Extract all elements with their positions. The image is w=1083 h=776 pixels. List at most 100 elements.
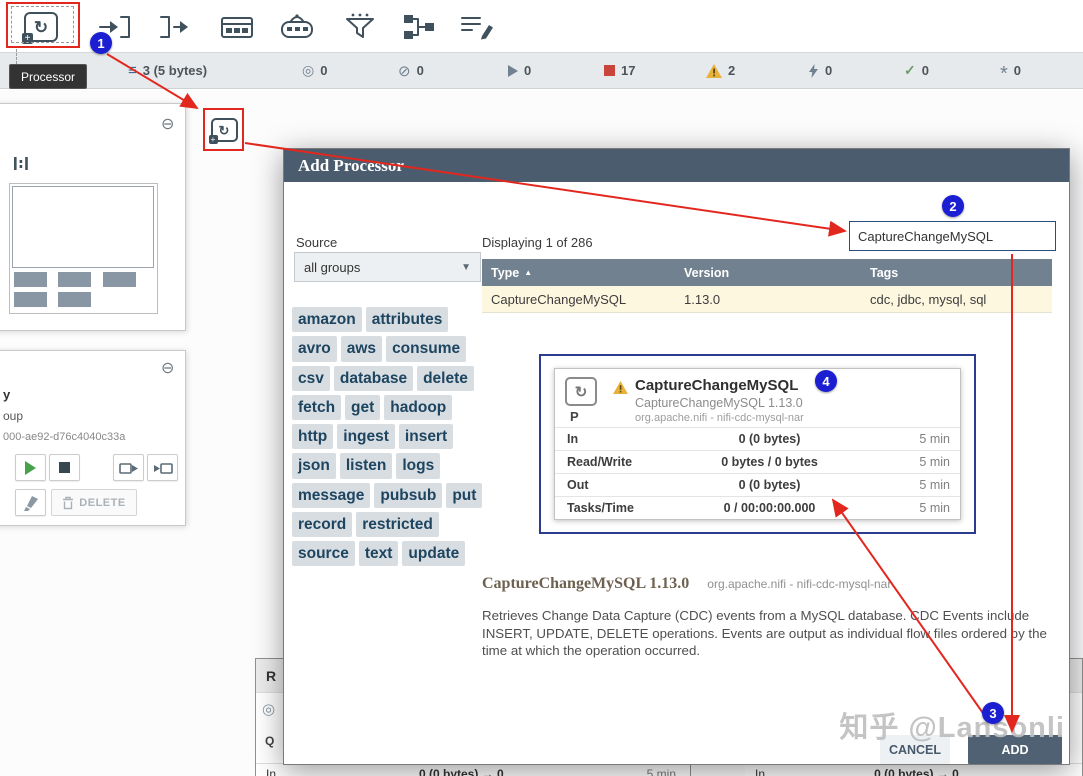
group-arrow-icon xyxy=(119,460,139,476)
flow-thumbnail-block xyxy=(58,272,91,287)
tag-item[interactable]: source xyxy=(292,541,355,566)
tag-item[interactable]: csv xyxy=(292,366,330,391)
toolbar-template-button[interactable] xyxy=(392,7,446,47)
fill-color-button[interactable] xyxy=(15,489,46,516)
preview-processor-type: CaptureChangeMySQL 1.13.0 xyxy=(635,396,803,410)
operate-group-id-fragment: 000-ae92-d76c4040c33a xyxy=(3,431,125,443)
transmitting-icon: ◎ xyxy=(302,62,314,79)
tag-item[interactable]: aws xyxy=(341,336,382,361)
tag-item[interactable]: listen xyxy=(340,453,392,478)
start-button[interactable] xyxy=(15,454,46,481)
tag-item[interactable]: restricted xyxy=(356,512,439,537)
tag-item[interactable]: fetch xyxy=(292,395,341,420)
operate-flow-name-fragment: y xyxy=(3,387,10,402)
tag-item[interactable]: ingest xyxy=(337,424,395,449)
column-header-type[interactable]: Type▲ xyxy=(482,266,675,280)
invalid-warning-icon xyxy=(613,381,628,394)
component-toolbar: ↻+ xyxy=(0,0,1083,52)
tag-item[interactable]: logs xyxy=(396,453,440,478)
toolbar-remote-process-group-button[interactable] xyxy=(270,7,324,47)
in-label: In xyxy=(266,767,276,776)
tag-item[interactable]: database xyxy=(334,366,413,391)
selected-processor-bundle: org.apache.nifi - nifi-cdc-mysql-nar xyxy=(707,577,891,591)
stat-row-out: Out0 (0 bytes)5 min xyxy=(555,473,960,496)
disabled-count: 0 xyxy=(825,63,832,78)
tag-item[interactable]: delete xyxy=(417,366,474,391)
collapse-navigate-icon[interactable]: ⊖ xyxy=(161,117,174,133)
not-transmitting-count: 0 xyxy=(417,63,424,78)
birdseye-preview[interactable] xyxy=(9,183,158,314)
navigate-palette: ⊖ xyxy=(0,103,186,331)
tag-item[interactable]: attributes xyxy=(366,307,449,332)
tag-item[interactable]: get xyxy=(345,395,380,420)
annotation-step-badge-4: 4 xyxy=(815,370,837,392)
preview-processor-name: CaptureChangeMySQL xyxy=(635,377,798,394)
template-icon xyxy=(402,12,436,42)
row-tags: cdc, jdbc, mysql, sql xyxy=(861,292,1052,307)
row-type: CaptureChangeMySQL xyxy=(482,292,675,307)
collapse-operate-icon[interactable]: ⊖ xyxy=(161,361,174,377)
tag-item[interactable]: http xyxy=(292,424,333,449)
toolbar-processor-button[interactable]: ↻+ xyxy=(14,7,68,47)
processor-preview-card: ↻ P CaptureChangeMySQL CaptureChangeMySQ… xyxy=(554,368,961,520)
column-header-tags[interactable]: Tags xyxy=(861,266,1052,280)
tag-item[interactable]: consume xyxy=(386,336,466,361)
dragged-processor-ghost[interactable]: ↻+ xyxy=(207,112,241,148)
toolbar-output-port-button[interactable] xyxy=(148,7,202,47)
invalid-warning-icon xyxy=(706,64,722,78)
in-label: In xyxy=(755,767,765,776)
flow-thumbnail-block xyxy=(58,292,91,307)
toolbar-funnel-button[interactable] xyxy=(333,7,387,47)
copy-group-button[interactable] xyxy=(113,454,144,481)
status-running: 0 xyxy=(508,53,531,88)
tag-item[interactable]: text xyxy=(359,541,399,566)
in-value: 0 (0 bytes) → 0 xyxy=(765,767,1068,776)
transmitting-count: 0 xyxy=(320,63,327,78)
status-sync-failure: * 0 xyxy=(1000,53,1021,88)
toolbar-process-group-button[interactable] xyxy=(210,7,264,47)
displaying-count: Displaying 1 of 286 xyxy=(482,235,593,250)
stat-row-in: In0 (0 bytes)5 min xyxy=(555,427,960,450)
nifi-app: ↻+ 0 ≡ 3 (5 bytes) xyxy=(0,0,1083,776)
tag-item[interactable]: message xyxy=(292,483,370,508)
column-header-version[interactable]: Version xyxy=(675,266,861,280)
row-version: 1.13.0 xyxy=(675,292,861,307)
tag-item[interactable]: json xyxy=(292,453,336,478)
delete-button[interactable]: DELETE xyxy=(51,489,137,516)
delete-label: DELETE xyxy=(79,497,125,509)
tag-item[interactable]: update xyxy=(402,541,465,566)
processor-tooltip: Processor xyxy=(9,64,87,89)
flow-thumbnail-block xyxy=(14,272,47,287)
operate-palette: ⊖ y oup 000-ae92-d76c4040c33a DELETE xyxy=(0,350,186,526)
tag-item[interactable]: record xyxy=(292,512,352,537)
add-processor-dialog: Add Processor Source all groups ▼ Displa… xyxy=(283,148,1070,765)
stat-row-read-write: Read/Write0 bytes / 0 bytes5 min xyxy=(555,450,960,473)
tag-item[interactable]: pubsub xyxy=(374,483,442,508)
tag-cloud: amazonattributes avroawsconsume csvdatabas… xyxy=(290,305,486,568)
processor-table-row[interactable]: CaptureChangeMySQL 1.13.0 cdc, jdbc, mys… xyxy=(482,286,1052,313)
tag-item[interactable]: hadoop xyxy=(384,395,452,420)
source-group-dropdown[interactable]: all groups ▼ xyxy=(294,252,481,282)
status-stopped: 17 xyxy=(604,53,635,88)
source-group-value: all groups xyxy=(304,260,360,275)
tag-item[interactable]: avro xyxy=(292,336,337,361)
birdseye-icon[interactable] xyxy=(13,156,29,171)
stopped-icon xyxy=(604,65,615,76)
in-window: 5 min xyxy=(647,767,676,776)
tag-item[interactable]: put xyxy=(446,483,482,508)
stop-button[interactable] xyxy=(49,454,80,481)
birdseye-viewport[interactable] xyxy=(12,186,154,268)
tag-item[interactable]: insert xyxy=(399,424,453,449)
sort-asc-icon: ▲ xyxy=(524,268,532,277)
asterisk-icon: * xyxy=(1000,63,1008,86)
processor-preview-highlight: ↻ P CaptureChangeMySQL CaptureChangeMySQ… xyxy=(539,354,976,534)
processor-filter-input[interactable] xyxy=(849,221,1056,251)
toolbar-label-button[interactable] xyxy=(450,7,504,47)
tag-item[interactable]: amazon xyxy=(292,307,362,332)
dialog-title: Add Processor xyxy=(284,149,1069,182)
output-port-icon xyxy=(158,12,192,42)
disabled-icon xyxy=(808,64,819,78)
paste-group-button[interactable] xyxy=(147,454,178,481)
in-value: 0 (0 bytes) → 0 xyxy=(276,767,647,776)
stat-row-tasks-time: Tasks/Time0 / 00:00:00.0005 min xyxy=(555,496,960,519)
